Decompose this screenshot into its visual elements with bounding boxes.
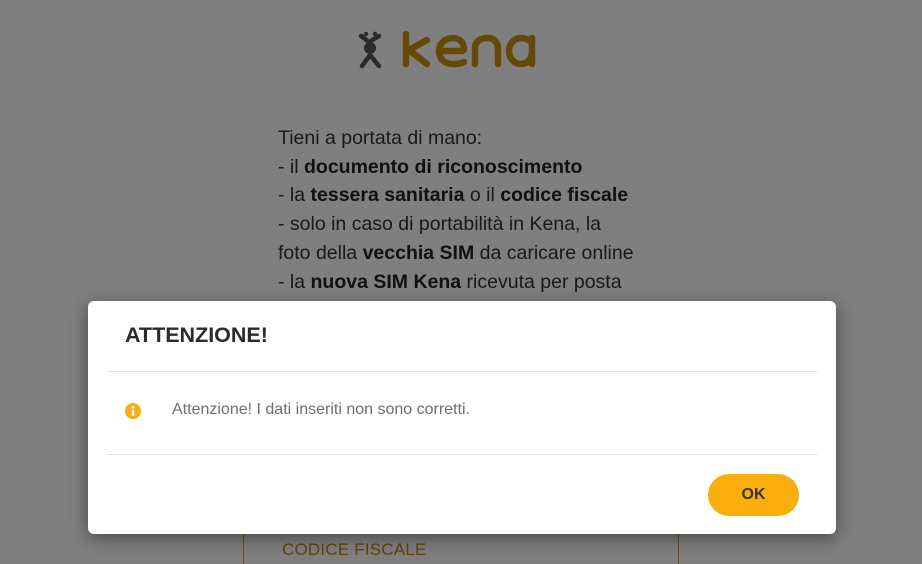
info-icon bbox=[125, 403, 141, 419]
dialog-divider bbox=[107, 371, 817, 372]
ok-button[interactable]: OK bbox=[708, 474, 799, 516]
dialog-message: Attenzione! I dati inseriti non sono cor… bbox=[172, 401, 470, 418]
dialog-divider bbox=[107, 454, 817, 455]
alert-dialog: ATTENZIONE! Attenzione! I dati inseriti … bbox=[88, 301, 836, 534]
dialog-title: ATTENZIONE! bbox=[125, 323, 268, 347]
